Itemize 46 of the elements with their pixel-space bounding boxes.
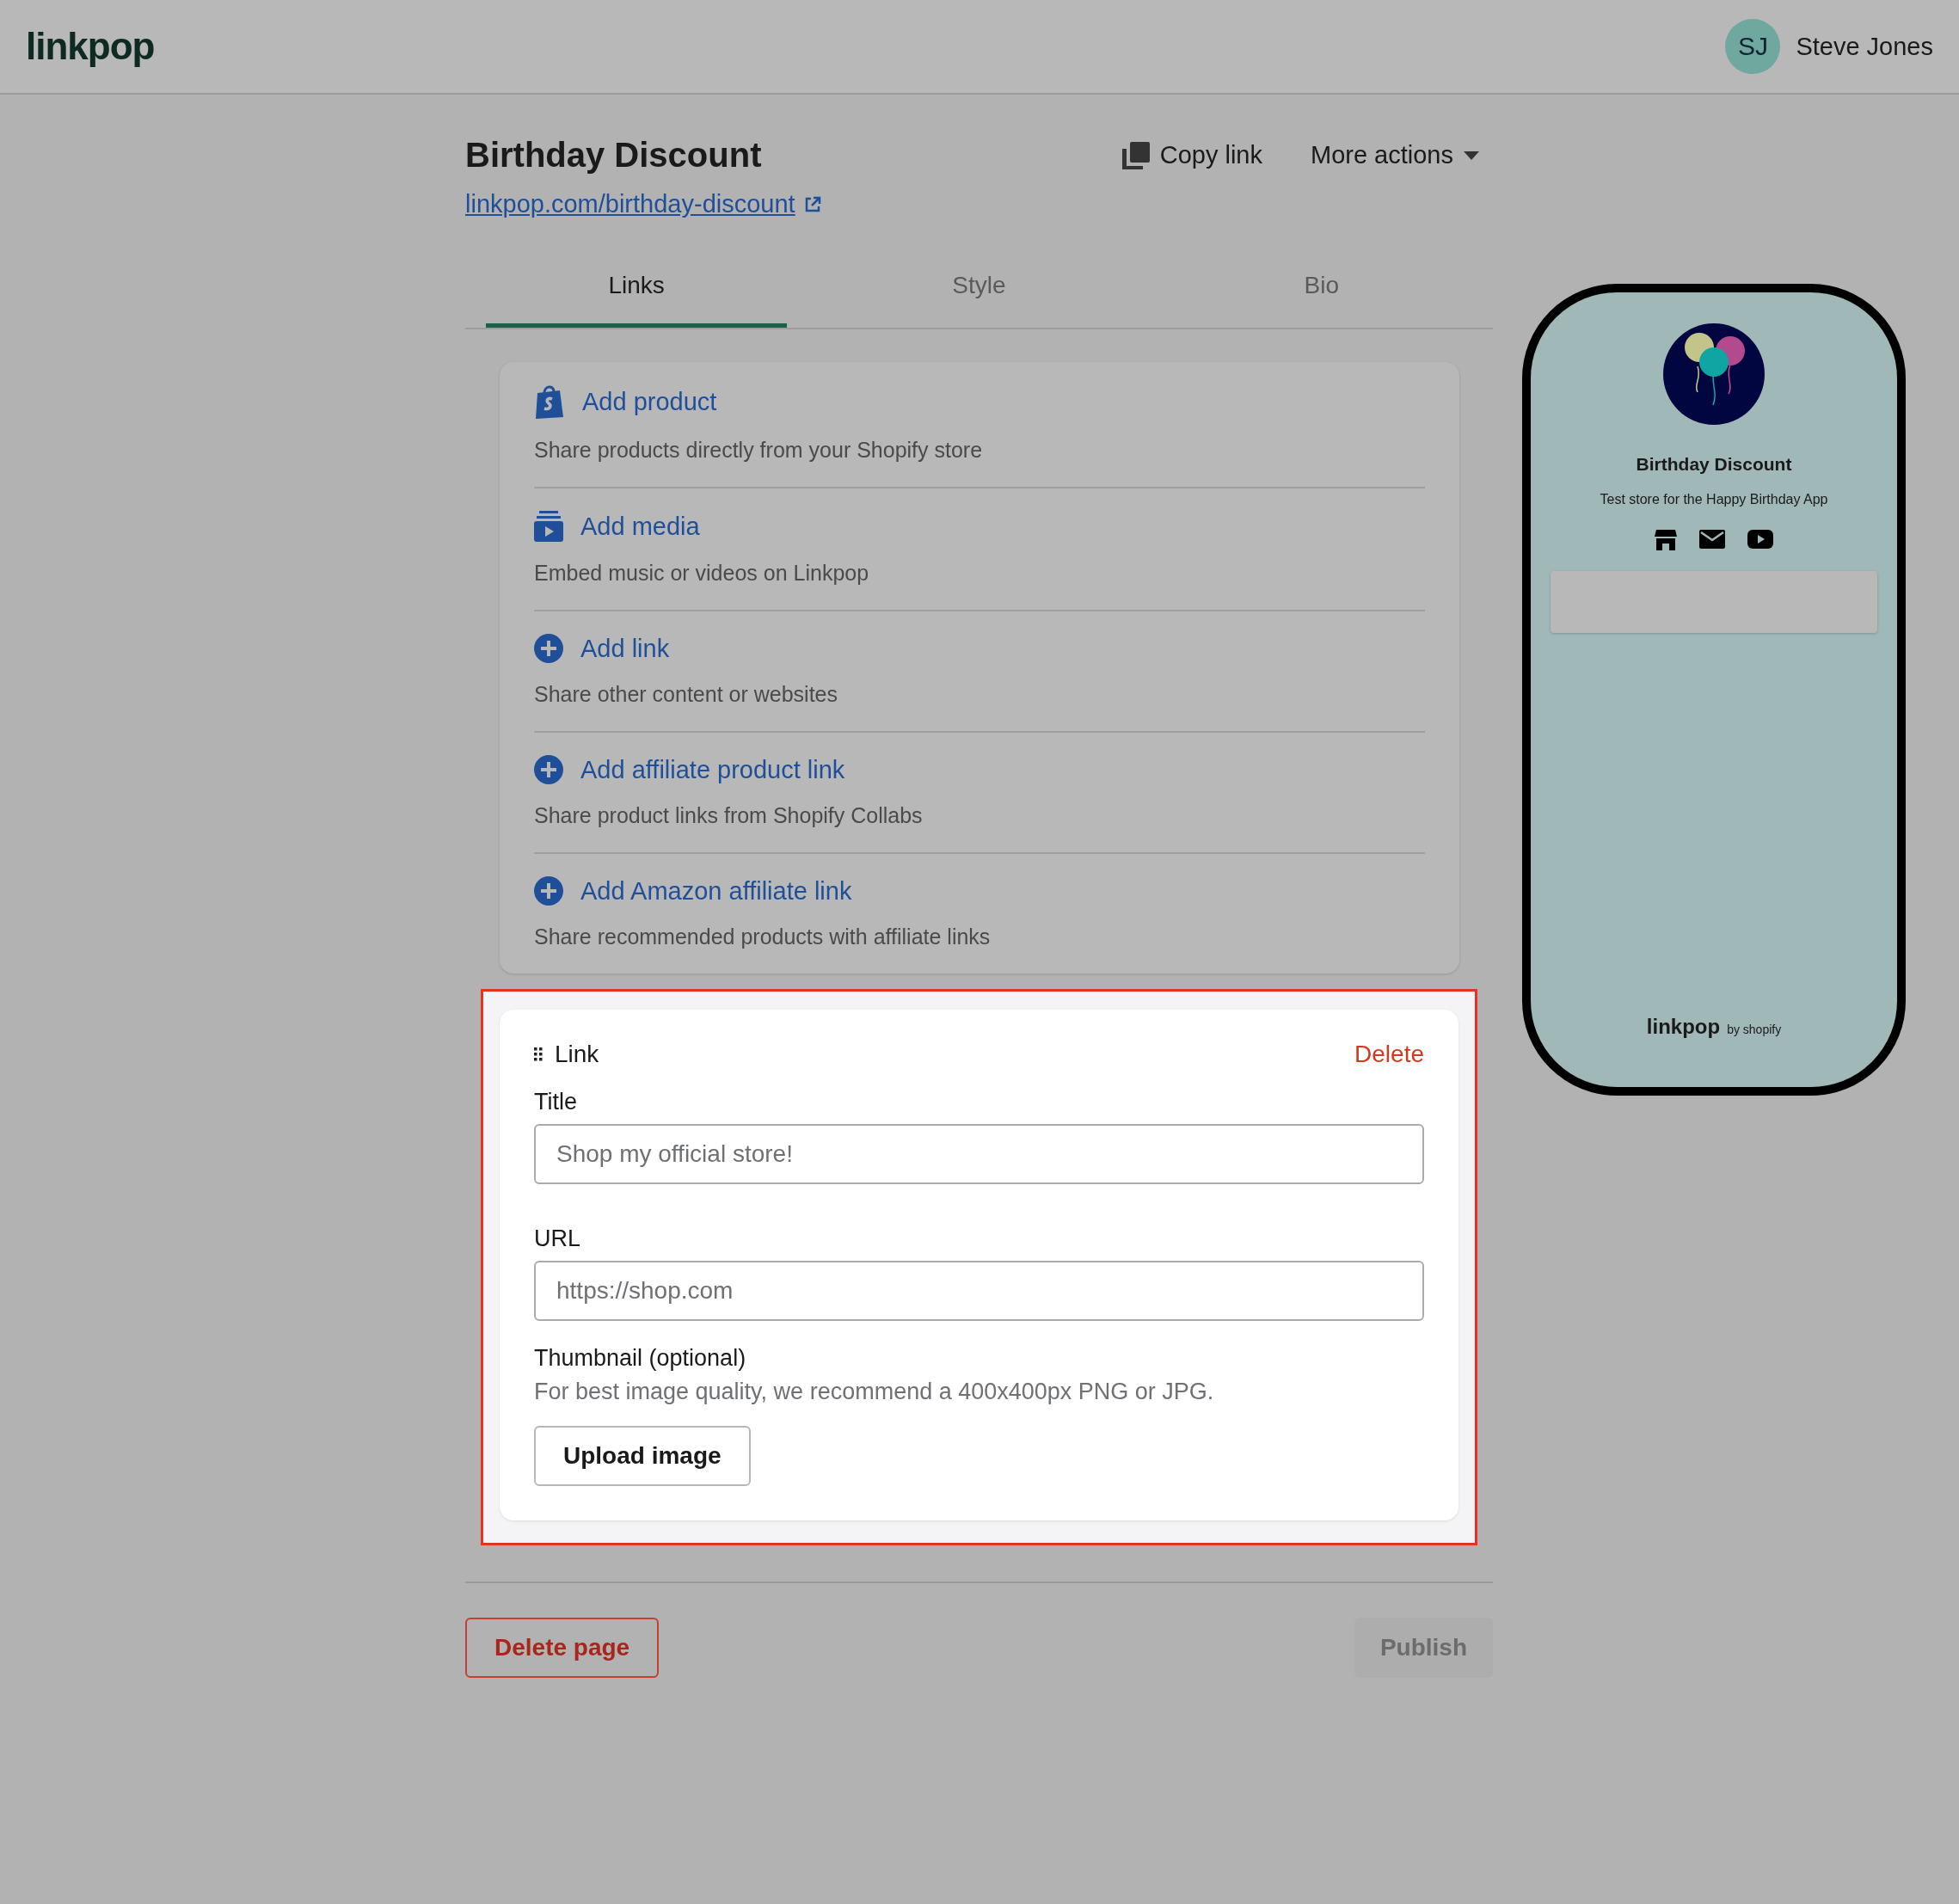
plus-circle-icon (534, 634, 563, 663)
preview-title: Birthday Discount (1636, 454, 1792, 475)
text-field[interactable]: Shop my official store! (534, 1124, 1424, 1184)
copy-icon (1121, 141, 1150, 169)
option-description: Share other content or websites (534, 682, 838, 707)
option-description: Share products directly from your Shopify store (534, 438, 984, 463)
preview-bio: Test store for the Happy Birthday App (1600, 492, 1828, 507)
video-play-icon (1747, 530, 1773, 549)
preview-brand-suffix: by shopify (1727, 1023, 1782, 1036)
external-link-icon (803, 195, 821, 213)
option-description: Share product links from Shopify Collabs (534, 803, 924, 828)
preview-brand-logo: linkpop (1646, 1015, 1721, 1039)
envelope-icon (1699, 530, 1725, 549)
tab[interactable]: Links (486, 253, 788, 328)
upload-image-button[interactable]: Upload image (534, 1426, 751, 1486)
plus-circle-icon (534, 755, 563, 784)
more-actions-button[interactable]: More actions (1311, 141, 1479, 169)
add-option-link[interactable]: Add media (580, 512, 700, 541)
field-hint: For best image quality, we recommend a 400x400px PNG or JPG. (534, 1379, 1215, 1405)
copy-link-button[interactable]: Copy link (1121, 141, 1262, 169)
shopping-bag-icon (534, 384, 565, 419)
field-label: URL (534, 1225, 581, 1252)
media-stack-icon (534, 511, 563, 542)
field-label: Thumbnail (optional) (534, 1345, 747, 1372)
page-title: Birthday Discount (465, 136, 762, 175)
page-url-link[interactable]: linkpop.com/birthday-discount (465, 190, 821, 218)
delete-page-button[interactable]: Delete page (465, 1618, 660, 1678)
plus-circle-icon (534, 876, 563, 906)
editor-heading: Link (555, 1041, 599, 1068)
option-description: Share recommended products with affiliate links (534, 924, 992, 949)
tab[interactable]: Style (828, 253, 1130, 328)
logo[interactable]: linkpop (26, 25, 155, 68)
delete-link-button[interactable]: Delete (1354, 1041, 1424, 1068)
text-field[interactable]: https://shop.com (534, 1261, 1424, 1321)
add-option-link[interactable]: Add affiliate product link (580, 755, 845, 784)
add-option-link[interactable]: Add product (582, 387, 717, 416)
user-avatar[interactable]: SJ (1725, 19, 1781, 74)
store-icon (1655, 530, 1677, 550)
caret-down-icon (1464, 150, 1479, 160)
drag-handle-icon[interactable] (534, 1047, 543, 1061)
tab[interactable]: Bio (1170, 253, 1472, 328)
add-option-link[interactable]: Add Amazon affiliate link (580, 876, 852, 906)
add-option-link[interactable]: Add link (580, 634, 670, 663)
option-description: Embed music or videos on Linkpop (534, 561, 870, 586)
field-label: Title (534, 1089, 578, 1115)
user-name: Steve Jones (1796, 32, 1933, 61)
